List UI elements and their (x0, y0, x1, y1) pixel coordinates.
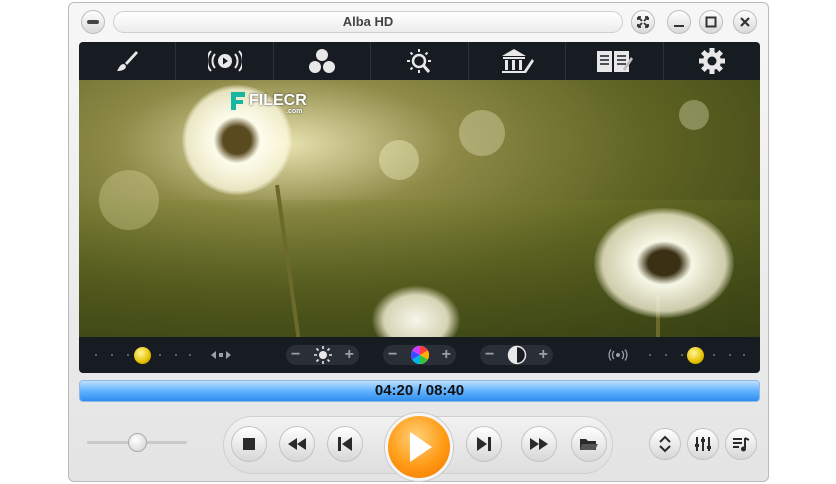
fast-forward-button[interactable] (521, 426, 557, 462)
playlist-button[interactable] (725, 428, 757, 460)
gear-icon (698, 48, 725, 74)
bokeh-light (379, 140, 419, 180)
video-control-bar: − + − + − + (79, 337, 760, 373)
maximize-icon (705, 16, 717, 28)
skip-previous-icon (338, 437, 352, 451)
fast-forward-icon (530, 438, 548, 450)
dandelion-right (594, 208, 734, 318)
close-icon (740, 17, 750, 27)
watermark: FILECR .com (231, 92, 307, 115)
time-separator: / (413, 382, 426, 399)
left-right-arrows-icon (211, 351, 231, 359)
playlist-music-icon (733, 437, 750, 452)
filecr-logo-icon (231, 92, 245, 110)
library-edit-icon (501, 49, 534, 73)
contrast-icon (507, 345, 526, 365)
skip-next-icon (477, 437, 491, 451)
bokeh-light (99, 170, 159, 230)
tool-settings[interactable] (664, 42, 760, 80)
brush-icon (117, 51, 139, 71)
maximize-button[interactable] (699, 10, 723, 34)
contrast-minus-button[interactable]: − (485, 346, 494, 364)
contrast-plus-button[interactable]: + (539, 346, 548, 364)
stop-icon (243, 438, 255, 450)
bokeh-light (679, 100, 709, 130)
tool-playlist-book[interactable] (566, 42, 664, 80)
minimize-icon (674, 25, 684, 27)
balance-knob[interactable] (134, 347, 151, 364)
rewind-icon (288, 438, 306, 450)
play-button[interactable] (385, 413, 453, 481)
color-plus-button[interactable]: + (442, 346, 451, 364)
minus-bar-icon (87, 20, 99, 24)
audio-wave-icon (608, 349, 628, 361)
play-icon (410, 432, 432, 462)
brightness-control: − + (286, 345, 359, 365)
bokeh-light (459, 110, 505, 156)
menu-button[interactable] (81, 10, 105, 34)
tool-effects[interactable] (274, 42, 372, 80)
up-down-button[interactable] (649, 428, 681, 460)
sun-icon (313, 346, 332, 364)
elapsed-time: 04:20 (374, 382, 414, 399)
tool-brush[interactable] (79, 42, 177, 80)
video-display[interactable]: FILECR .com (79, 80, 760, 337)
audio-broadcast-icon (207, 50, 242, 72)
expand-arrows-icon (637, 16, 649, 28)
brightness-zoom-icon (407, 49, 432, 73)
color-balls-icon (309, 49, 336, 73)
book-list-icon (597, 51, 634, 72)
up-down-arrows-icon (659, 435, 671, 453)
color-minus-button[interactable]: − (388, 346, 397, 364)
brightness-minus-button[interactable]: − (291, 346, 300, 364)
equalizer-button[interactable] (687, 428, 719, 460)
fullscreen-button[interactable] (631, 10, 655, 34)
window-title: Alba HD (113, 11, 623, 33)
open-file-button[interactable] (571, 426, 607, 462)
title-bar: Alba HD (69, 3, 768, 39)
previous-button[interactable] (327, 426, 363, 462)
rewind-button[interactable] (279, 426, 315, 462)
tool-library[interactable] (469, 42, 567, 80)
next-button[interactable] (466, 426, 502, 462)
color-control: − + (383, 345, 456, 365)
tool-audio[interactable] (176, 42, 274, 80)
minimize-button[interactable] (667, 10, 691, 34)
watermark-sub: .com (286, 108, 303, 115)
player-window: Alba HD FILECR .com − + − + − + 04:20 / … (68, 2, 769, 482)
tool-video-adjust[interactable] (371, 42, 469, 80)
brightness-plus-button[interactable]: + (345, 346, 354, 364)
close-button[interactable] (733, 10, 757, 34)
color-wheel-icon (410, 346, 429, 364)
volume-thumb[interactable] (128, 433, 147, 452)
contrast-control: − + (480, 345, 553, 365)
stop-button[interactable] (231, 426, 267, 462)
audio-knob[interactable] (687, 347, 704, 364)
feature-toolbar (79, 42, 760, 80)
total-time: 08:40 (425, 382, 465, 399)
equalizer-icon (695, 437, 711, 451)
folder-open-icon (580, 439, 598, 450)
seek-bar[interactable]: 04:20 / 08:40 (79, 380, 760, 402)
